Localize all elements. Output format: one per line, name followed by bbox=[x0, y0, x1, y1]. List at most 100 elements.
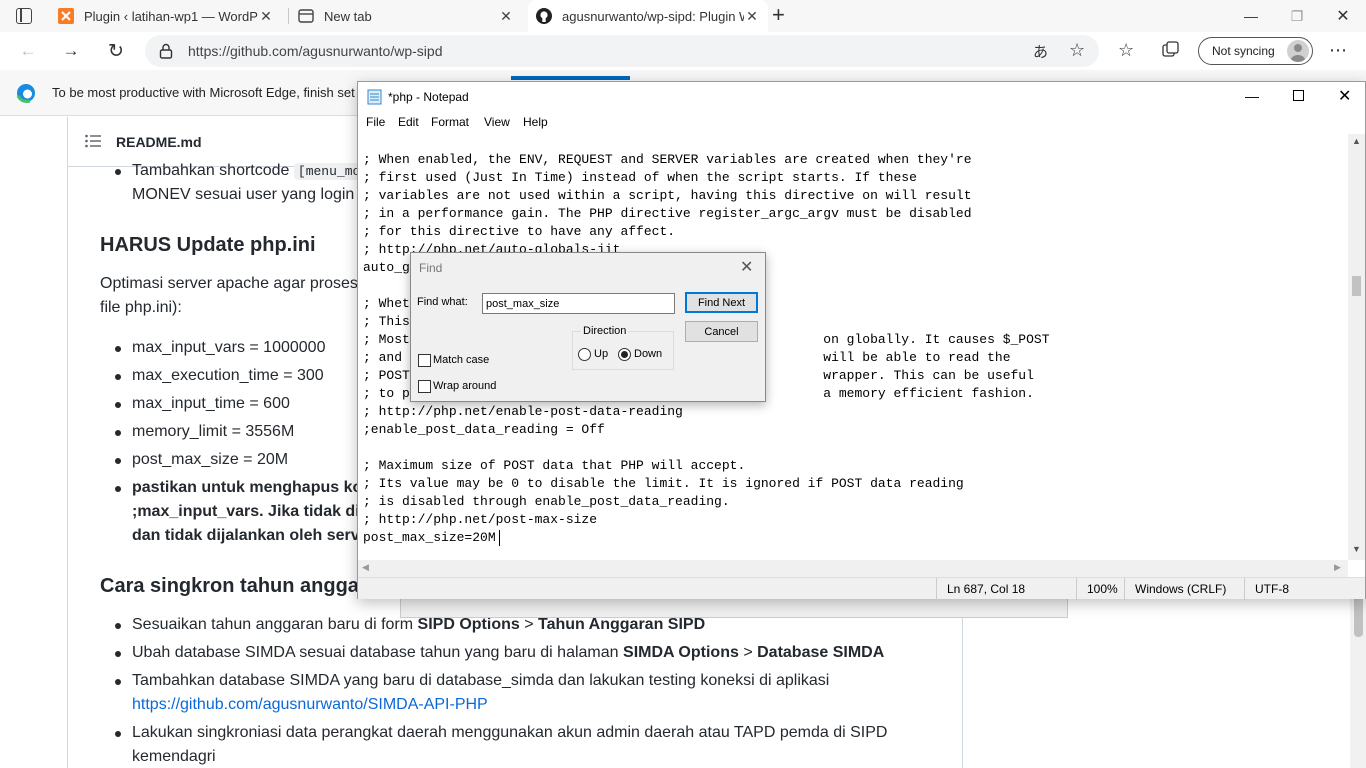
read-aloud-icon[interactable]: あ bbox=[1033, 41, 1048, 62]
tab-bar: Plugin ‹ latihan-wp1 — WordPre ✕ New tab… bbox=[0, 0, 1366, 32]
direction-up-radio[interactable] bbox=[578, 348, 591, 361]
list-item: memory_limit = 3556M bbox=[132, 423, 295, 440]
notepad-statusbar: Ln 687, Col 18 100% Windows (CRLF) UTF-8 bbox=[358, 577, 1365, 600]
text-line: ; Its value may be 0 to disable the limi… bbox=[363, 476, 964, 491]
close-icon[interactable]: ✕ bbox=[258, 8, 274, 25]
readme-title: README.md bbox=[116, 134, 202, 150]
find-next-button[interactable]: Find Next bbox=[685, 292, 758, 313]
bullet bbox=[115, 169, 121, 175]
list-item: Lakukan singkroniasi data perangkat daer… bbox=[132, 724, 888, 741]
text-line: ; Whet bbox=[363, 296, 410, 311]
menu-format[interactable]: Format bbox=[431, 115, 469, 129]
menu-view[interactable]: View bbox=[484, 115, 510, 129]
close-icon[interactable]: ✕ bbox=[1338, 86, 1351, 106]
tab-label: Plugin ‹ latihan-wp1 — WordPre bbox=[84, 8, 258, 24]
scroll-right-icon[interactable]: ▶ bbox=[1334, 562, 1341, 573]
text-bold: SIPD Options bbox=[417, 616, 520, 633]
refresh-icon[interactable]: ↻ bbox=[100, 35, 132, 67]
avatar bbox=[1287, 40, 1309, 62]
forward-arrow-icon[interactable]: → bbox=[55, 35, 87, 67]
text-line: ;enable_post_data_reading = Off bbox=[363, 422, 605, 437]
text-bold: Tahun Anggaran SIPD bbox=[538, 616, 706, 633]
edge-logo-icon bbox=[16, 83, 36, 108]
text-bold: Database SIMDA bbox=[757, 644, 885, 661]
minimize-icon[interactable]: — bbox=[1245, 88, 1259, 104]
list-icon[interactable] bbox=[85, 134, 101, 148]
menu-help[interactable]: Help bbox=[523, 115, 548, 129]
heading-sync: Cara singkron tahun anggara bbox=[100, 575, 378, 597]
tab-actions-icon[interactable] bbox=[16, 8, 32, 24]
scrollbar-thumb[interactable] bbox=[1352, 276, 1361, 296]
tab-separator bbox=[288, 8, 289, 24]
text-line: post_max_size=20M bbox=[363, 530, 496, 545]
simda-api-link[interactable]: https://github.com/agusnurwanto/SIMDA-AP… bbox=[132, 696, 488, 714]
scroll-left-icon[interactable]: ◀ bbox=[362, 562, 369, 573]
tab-github[interactable]: agusnurwanto/wp-sipd: Plugin W ✕ bbox=[528, 0, 768, 32]
menu-edit[interactable]: Edit bbox=[398, 115, 419, 129]
paragraph: file php.ini): bbox=[100, 299, 182, 316]
favorites-icon[interactable]: ☆ bbox=[1118, 40, 1134, 61]
notepad-title: *php - Notepad bbox=[388, 90, 469, 104]
settings-more-icon[interactable]: ⋯ bbox=[1329, 40, 1347, 61]
tab-new-tab[interactable]: New tab ✕ bbox=[290, 0, 522, 32]
close-icon[interactable]: ✕ bbox=[498, 8, 514, 25]
window-close-icon[interactable]: ✕ bbox=[1320, 0, 1366, 32]
restore-icon[interactable]: ❐ bbox=[1274, 0, 1320, 32]
list-item: max_execution_time = 300 bbox=[132, 367, 324, 384]
scroll-up-icon[interactable]: ▲ bbox=[1352, 136, 1361, 146]
list-item: post_max_size = 20M bbox=[132, 451, 289, 468]
list-item: Tambahkan database SIMDA yang baru di da… bbox=[132, 672, 830, 689]
text: Ubah database SIMDA sesuai database tahu… bbox=[132, 644, 619, 661]
scroll-down-icon[interactable]: ▼ bbox=[1352, 544, 1361, 554]
menu-file[interactable]: File bbox=[366, 115, 385, 129]
text-line: ; for this directive to have any affect. bbox=[363, 224, 676, 239]
lock-icon[interactable] bbox=[159, 43, 173, 64]
maximize-icon[interactable] bbox=[1293, 90, 1304, 101]
add-favorite-icon[interactable]: ☆ bbox=[1069, 40, 1085, 61]
find-dialog-title: Find bbox=[419, 261, 443, 275]
bullet bbox=[115, 651, 121, 657]
close-icon[interactable]: ✕ bbox=[740, 257, 753, 277]
not-syncing-button[interactable]: Not syncing bbox=[1198, 37, 1313, 65]
text-line: ; variables are not used within a script… bbox=[363, 188, 972, 203]
status-encoding: UTF-8 bbox=[1244, 578, 1364, 600]
back-arrow-icon[interactable]: ← bbox=[12, 35, 44, 67]
list-item-cont: kemendagri bbox=[132, 748, 216, 765]
notepad-vertical-scrollbar[interactable]: ▲ ▼ bbox=[1348, 134, 1365, 560]
address-bar[interactable]: https://github.com/agusnurwanto/wp-sipd … bbox=[145, 35, 1099, 67]
direction-down-radio[interactable] bbox=[618, 348, 631, 361]
close-icon[interactable]: ✕ bbox=[744, 8, 760, 25]
text: > bbox=[524, 616, 534, 633]
match-case-checkbox[interactable] bbox=[418, 354, 431, 367]
text-line: auto_g bbox=[363, 260, 410, 275]
bullet bbox=[115, 679, 121, 685]
collections-icon[interactable] bbox=[1162, 41, 1180, 59]
find-dialog: Find ✕ Find what: Find Next Cancel Direc… bbox=[410, 252, 766, 402]
text: Tambahkan shortcode bbox=[132, 162, 290, 179]
find-what-input[interactable] bbox=[482, 293, 675, 314]
direction-down-label: Down bbox=[634, 348, 663, 360]
infobar-message: To be most productive with Microsoft Edg… bbox=[52, 85, 355, 100]
status-zoom: 100% bbox=[1076, 578, 1124, 600]
notepad-titlebar[interactable]: *php - Notepad — ✕ bbox=[358, 82, 1365, 112]
direction-label: Direction bbox=[581, 325, 629, 337]
text: > bbox=[743, 644, 753, 661]
list-item: Tambahkan shortcode [menu_mo bbox=[132, 162, 365, 180]
notepad-icon bbox=[367, 89, 382, 110]
minimize-icon[interactable]: — bbox=[1228, 0, 1274, 32]
notepad-horizontal-scrollbar[interactable]: ◀ ▶ bbox=[358, 560, 1348, 577]
list-item: max_input_vars = 1000000 bbox=[132, 339, 326, 356]
new-tab-plus-icon[interactable]: + bbox=[772, 4, 785, 26]
bullet bbox=[115, 731, 121, 737]
text-bold: SIMDA Options bbox=[623, 644, 739, 661]
wrap-around-checkbox[interactable] bbox=[418, 380, 431, 393]
status-eol: Windows (CRLF) bbox=[1124, 578, 1244, 600]
list-item-bold: pastikan untuk menghapus kod bbox=[132, 479, 373, 496]
bullet bbox=[115, 374, 121, 380]
text-line: ; When enabled, the ENV, REQUEST and SER… bbox=[363, 152, 972, 167]
tab-wordpress[interactable]: Plugin ‹ latihan-wp1 — WordPre ✕ bbox=[50, 0, 282, 32]
bullet bbox=[115, 458, 121, 464]
bullet bbox=[115, 486, 121, 492]
infobar-button[interactable] bbox=[511, 76, 630, 80]
cancel-button[interactable]: Cancel bbox=[685, 321, 758, 342]
